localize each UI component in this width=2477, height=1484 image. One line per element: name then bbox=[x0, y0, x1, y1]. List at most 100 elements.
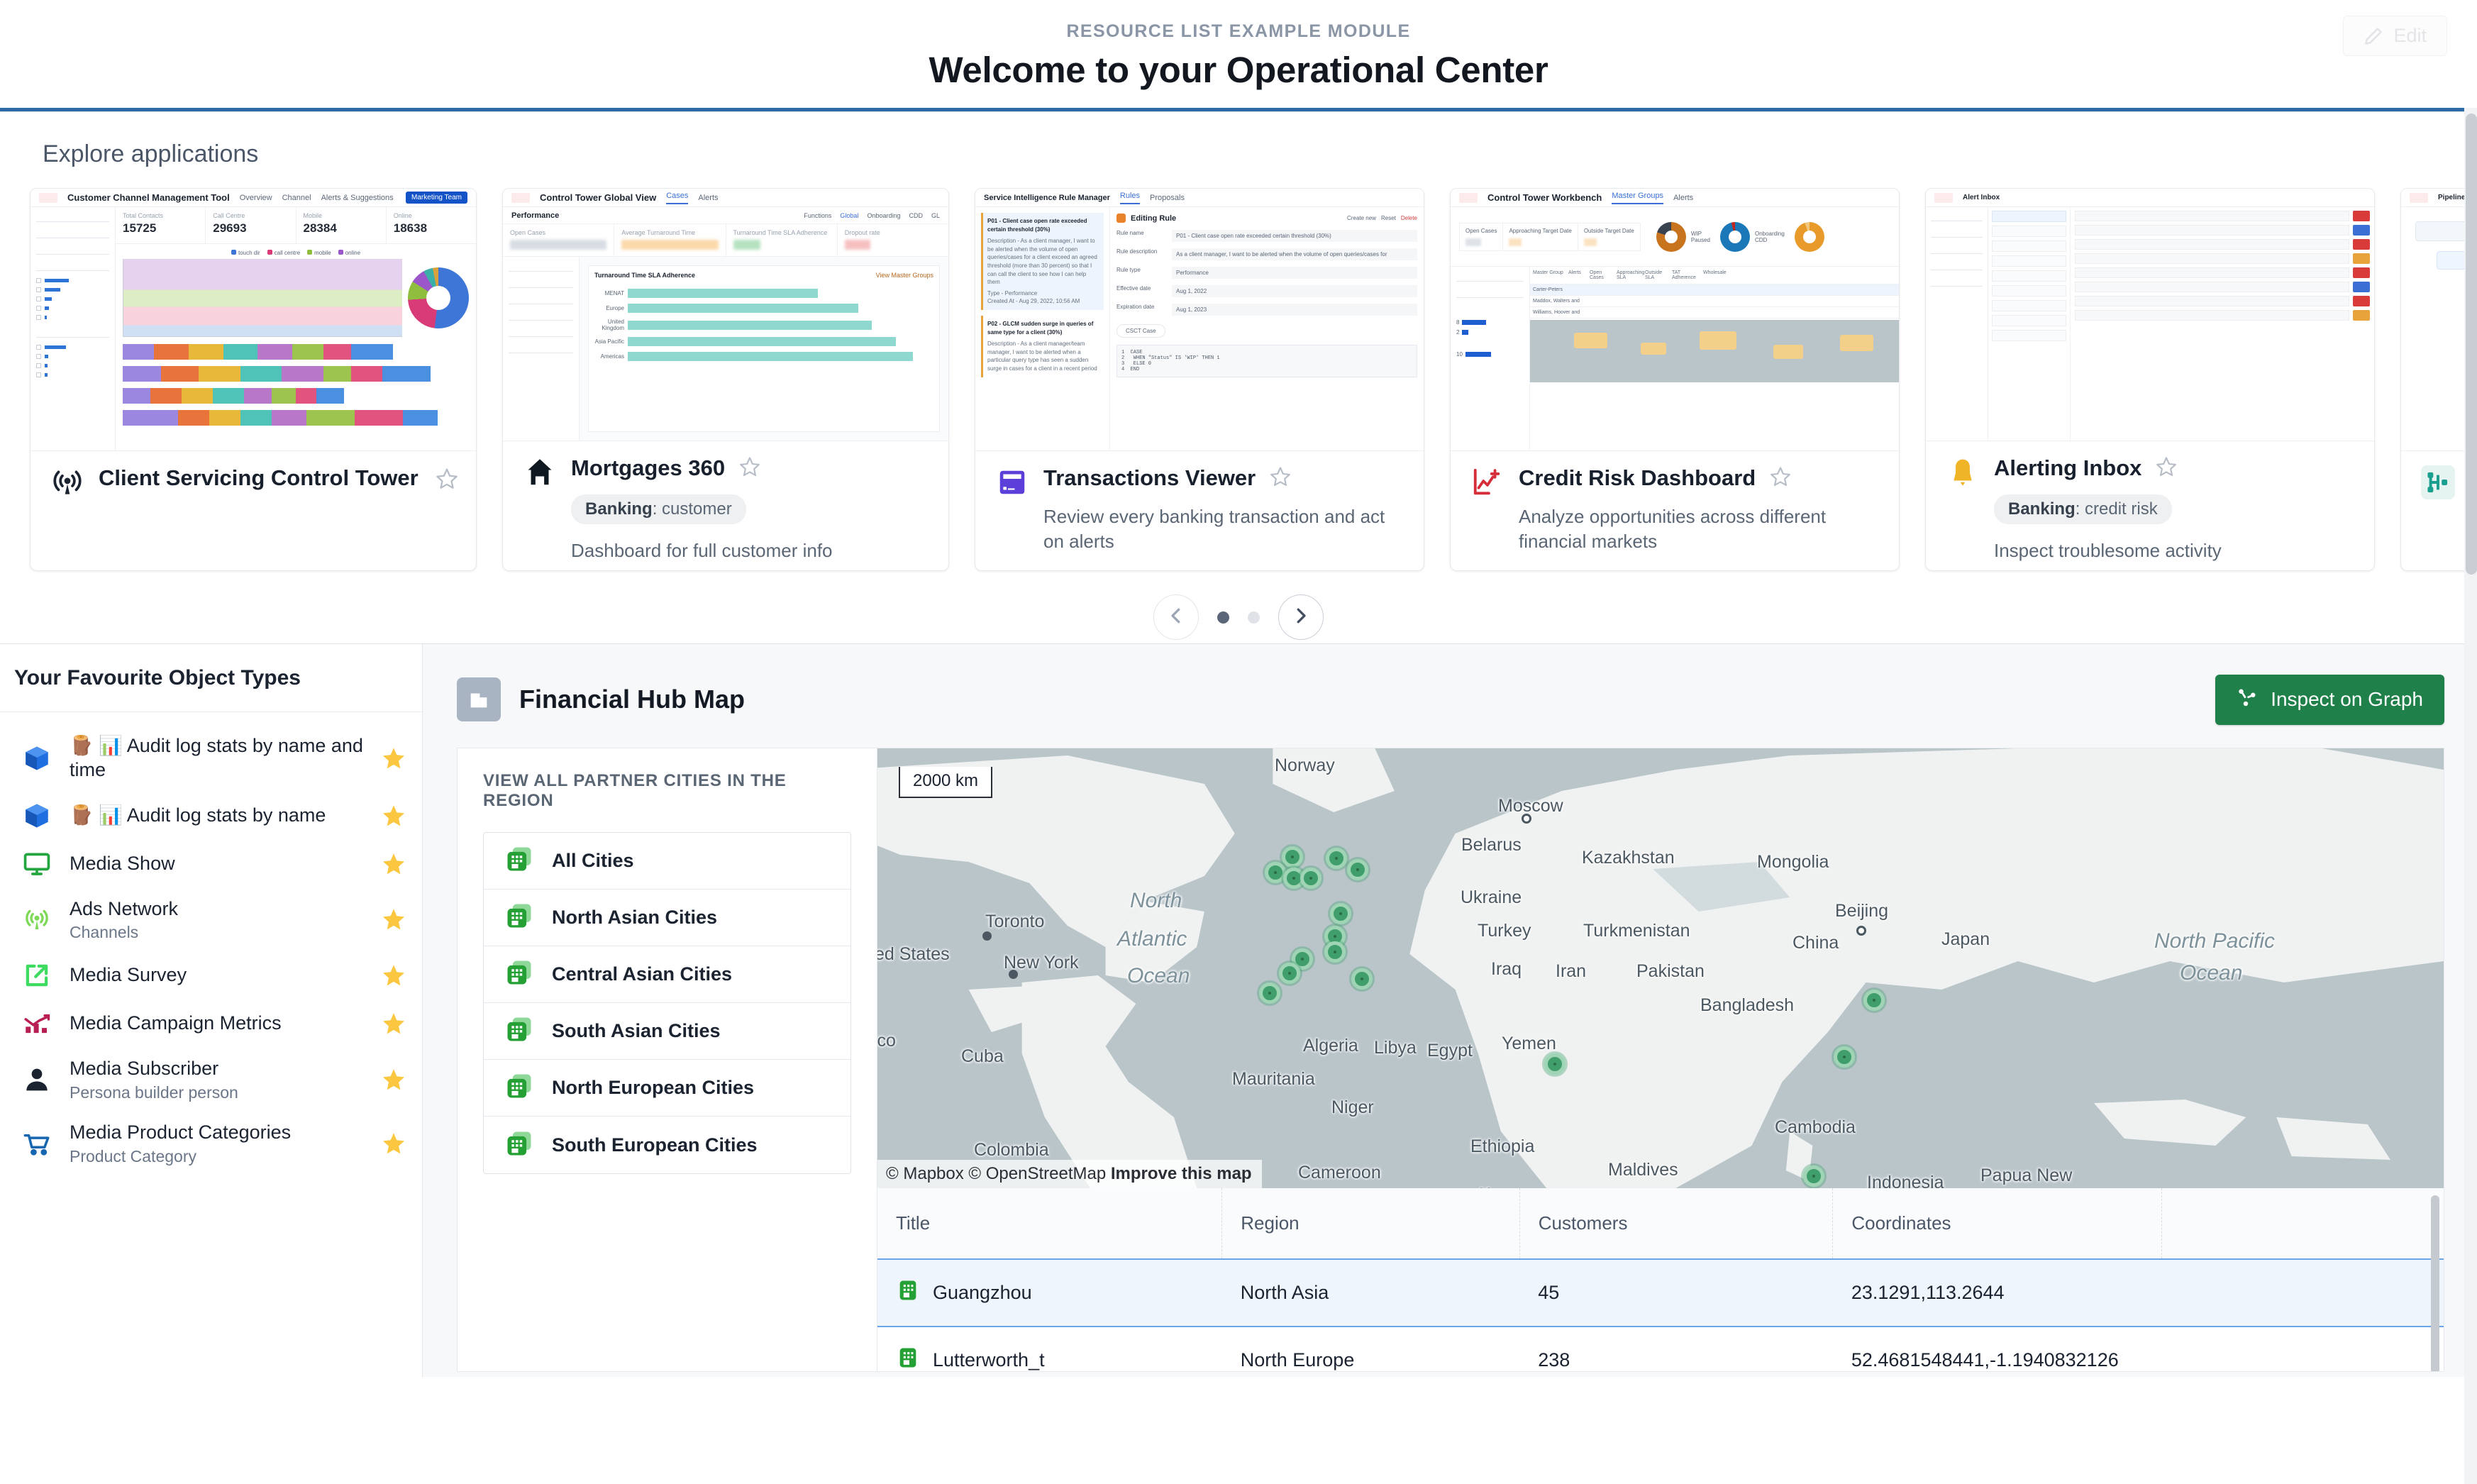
building-icon bbox=[504, 957, 535, 992]
carousel-dot-2[interactable] bbox=[1248, 611, 1260, 624]
list-item[interactable]: Media Campaign Metrics bbox=[0, 1000, 422, 1048]
map-marker[interactable] bbox=[1330, 903, 1351, 924]
map-label: ed States bbox=[877, 944, 950, 964]
favourite-star-icon[interactable] bbox=[381, 1067, 406, 1092]
operational-center-page: RESOURCE LIST EXAMPLE MODULE Welcome to … bbox=[0, 0, 2477, 1484]
list-item-central-asian-cities[interactable]: Central Asian Cities bbox=[484, 946, 850, 1003]
cities-table: Title Region Customers Coordinates Guang… bbox=[877, 1188, 2444, 1371]
app-card-credit-risk-dashboard[interactable]: Control Tower Workbench Master Groups Al… bbox=[1450, 188, 1900, 571]
inspect-on-graph-button[interactable]: Inspect on Graph bbox=[2215, 674, 2444, 725]
list-item[interactable]: 🪵 📊 Audit log stats by name bbox=[0, 792, 422, 840]
favourite-star-icon[interactable] bbox=[381, 907, 406, 932]
thumb-panel-title: Editing Rule bbox=[1131, 214, 1177, 223]
kpi-label: Call Centre bbox=[213, 212, 245, 219]
list-item-all-cities[interactable]: All Cities bbox=[484, 833, 850, 890]
improve-this-map-link[interactable]: Improve this map bbox=[1111, 1164, 1252, 1183]
bar-label: United Kingdom bbox=[602, 319, 624, 331]
col-header: Master Group bbox=[1533, 270, 1563, 275]
list-item-south-european-cities[interactable]: South European Cities bbox=[484, 1117, 850, 1173]
list-item[interactable]: 🪵 📊 Audit log stats by name and time bbox=[0, 725, 422, 792]
list-item-south-asian-cities[interactable]: South Asian Cities bbox=[484, 1003, 850, 1060]
list-item-label: Media Product Categories bbox=[70, 1122, 292, 1143]
trend-chart-icon bbox=[18, 1009, 55, 1039]
column-header-coordinates[interactable]: Coordinates bbox=[1832, 1188, 2163, 1260]
map-marker[interactable] bbox=[1300, 868, 1321, 889]
kpi-value: 29693 bbox=[213, 221, 247, 235]
list-item[interactable]: Media Survey bbox=[0, 951, 422, 1000]
box-icon bbox=[18, 801, 55, 831]
map-marker[interactable] bbox=[1863, 990, 1885, 1011]
field-value: Performance bbox=[1172, 267, 1417, 279]
favourite-star-icon[interactable] bbox=[1769, 465, 1792, 494]
map-marker[interactable] bbox=[1324, 941, 1346, 963]
list-item[interactable]: Ads Network Channels bbox=[0, 888, 422, 952]
list-item-label: Ads Network bbox=[70, 897, 179, 919]
column-header-title[interactable]: Title bbox=[877, 1188, 1223, 1260]
list-item[interactable]: Media Subscriber Persona builder person bbox=[0, 1048, 422, 1112]
kpi-value: 15725 bbox=[123, 221, 157, 235]
world-map[interactable]: 2000 km Norway Moscow Belarus Ukraine Ka… bbox=[877, 748, 2444, 1188]
map-marker[interactable] bbox=[1351, 968, 1373, 990]
broadcast-icon bbox=[49, 464, 86, 501]
table-row[interactable]: Guangzhou North Asia 45 23.1291,113.2644 bbox=[877, 1258, 2444, 1327]
explore-section-title: Explore applications bbox=[43, 140, 259, 167]
app-card-transactions-viewer[interactable]: Service Intelligence Rule Manager Rules … bbox=[975, 188, 1424, 571]
favourite-star-icon[interactable] bbox=[381, 746, 406, 771]
favourite-star-icon[interactable] bbox=[435, 467, 459, 491]
map-marker[interactable] bbox=[1279, 963, 1300, 984]
favourite-star-icon[interactable] bbox=[381, 963, 406, 988]
carousel-next-button[interactable] bbox=[1278, 594, 1324, 640]
map-marker[interactable] bbox=[1803, 1165, 1824, 1187]
col-header: Wholesale bbox=[1703, 270, 1727, 275]
thumb-donut-chart bbox=[408, 267, 469, 328]
favourite-star-icon[interactable] bbox=[381, 1131, 406, 1156]
applications-carousel[interactable]: Customer Channel Management Tool Overvie… bbox=[0, 188, 2477, 577]
column-header-region[interactable]: Region bbox=[1221, 1188, 1520, 1260]
edit-button[interactable]: Edit bbox=[2343, 16, 2447, 56]
favourite-star-icon[interactable] bbox=[381, 851, 406, 877]
map-label: Libya bbox=[1374, 1038, 1417, 1058]
favourite-star-icon[interactable] bbox=[381, 1011, 406, 1036]
city-label: North Asian Cities bbox=[552, 907, 718, 928]
list-item-north-european-cities[interactable]: North European Cities bbox=[484, 1060, 850, 1117]
map-marker[interactable] bbox=[1282, 846, 1303, 868]
column-header-customers[interactable]: Customers bbox=[1519, 1188, 1834, 1260]
list-item-north-asian-cities[interactable]: North Asian Cities bbox=[484, 890, 850, 946]
favourite-star-icon[interactable] bbox=[1269, 465, 1292, 494]
cell-region: North Asia bbox=[1221, 1258, 1520, 1327]
app-card-body: Transactions Viewer Review every banking… bbox=[975, 451, 1424, 570]
favourite-star-icon[interactable] bbox=[738, 455, 761, 484]
map-marker[interactable] bbox=[1259, 982, 1280, 1004]
list-item-sublabel: Product Category bbox=[70, 1146, 196, 1165]
city-label: South European Cities bbox=[552, 1134, 758, 1156]
carousel-prev-button[interactable] bbox=[1153, 594, 1199, 640]
map-label: Turkey bbox=[1478, 921, 1531, 941]
favourite-star-icon[interactable] bbox=[381, 803, 406, 829]
list-item[interactable]: Media Product Categories Product Categor… bbox=[0, 1112, 422, 1175]
app-card-body: Client Servicing Control Tower bbox=[31, 451, 476, 570]
kpi-label: Dropout rate bbox=[844, 229, 880, 236]
map-marker[interactable] bbox=[1834, 1046, 1855, 1068]
app-card-mortgages-360[interactable]: Control Tower Global View Cases Alerts P… bbox=[502, 188, 949, 571]
app-card-client-servicing-control-tower[interactable]: Customer Channel Management Tool Overvie… bbox=[30, 188, 477, 571]
map-label: Atlantic bbox=[1117, 927, 1187, 951]
legend-item: WIP bbox=[1690, 230, 1702, 237]
app-card-alerting-inbox[interactable]: Alert Inbox Alerting Inbox Banking: cred… bbox=[1925, 188, 2375, 571]
carousel-dot-1[interactable] bbox=[1217, 611, 1229, 624]
list-item-label: Media Subscriber bbox=[70, 1058, 219, 1080]
app-card-title: Client Servicing Control Tower bbox=[99, 465, 419, 490]
table-scrollbar[interactable] bbox=[2431, 1195, 2439, 1371]
thumb-action: Create new bbox=[1347, 215, 1376, 221]
home-icon bbox=[521, 454, 558, 491]
table-row[interactable]: Lutterworth_t North Europe 238 52.468154… bbox=[877, 1327, 2444, 1371]
page-scrollbar-thumb[interactable] bbox=[2466, 113, 2477, 575]
list-item[interactable]: Media Show bbox=[0, 840, 422, 888]
page-title: Welcome to your Operational Center bbox=[929, 50, 1548, 90]
header-text-block: RESOURCE LIST EXAMPLE MODULE Welcome to … bbox=[929, 0, 1548, 91]
favourite-star-icon[interactable] bbox=[2155, 455, 2178, 484]
map-marker[interactable] bbox=[1347, 859, 1368, 880]
kpi-label: Total Contacts bbox=[123, 212, 164, 219]
cell-empty bbox=[2161, 1258, 2444, 1327]
map-marker[interactable] bbox=[1544, 1053, 1566, 1075]
map-marker[interactable] bbox=[1326, 848, 1347, 869]
